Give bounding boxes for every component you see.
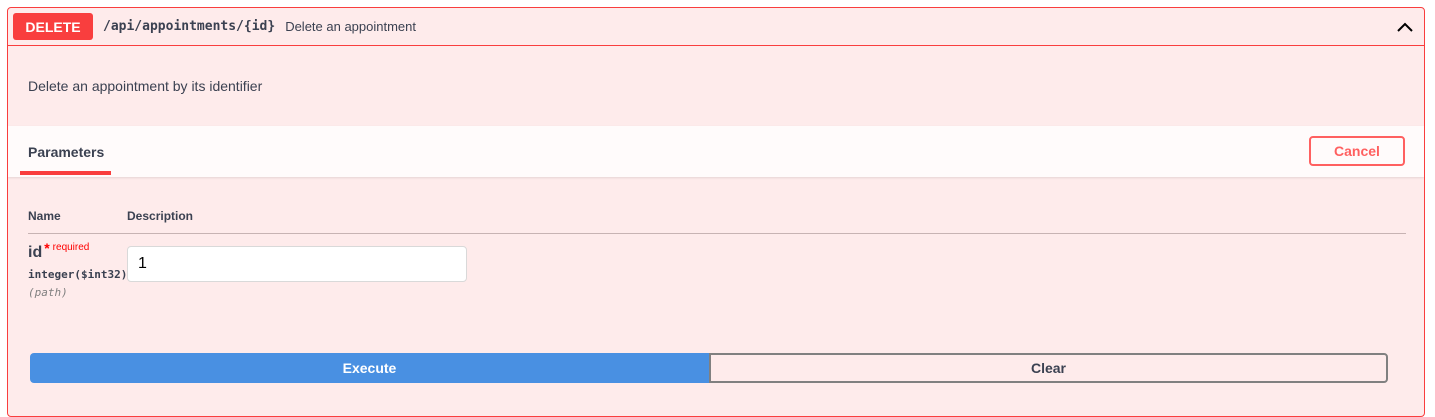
required-star: * (44, 240, 50, 256)
param-name: id * required (28, 240, 90, 262)
execute-wrapper: Execute Clear (30, 353, 1389, 384)
param-location: (path) (28, 286, 68, 299)
parameters-table: Name Description id * required integer($in… (8, 177, 1424, 357)
param-type: integer($int32) (28, 268, 128, 281)
tab-parameters[interactable]: Parameters (28, 144, 104, 160)
param-name-text: id (28, 244, 43, 261)
table-divider (28, 233, 1406, 234)
clear-button[interactable]: Clear (709, 353, 1388, 383)
operation-description: Delete an appointment by its identifier (28, 78, 263, 94)
operation-summary-text: Delete an appointment (285, 19, 416, 34)
column-header-name: Name (28, 209, 61, 223)
tab-active-indicator (20, 171, 111, 175)
method-badge: DELETE (13, 13, 93, 40)
required-label: required (52, 242, 90, 253)
collapse-button[interactable] (1394, 16, 1416, 38)
operation-summary[interactable]: DELETE /api/appointments/{id} Delete an … (8, 8, 1424, 46)
column-header-description: Description (127, 209, 194, 223)
parameters-header: Parameters Cancel (8, 126, 1424, 177)
cancel-button[interactable]: Cancel (1309, 136, 1405, 166)
param-id-input[interactable] (127, 246, 467, 282)
execute-button[interactable]: Execute (30, 353, 709, 383)
operation-path: /api/appointments/{id} (103, 19, 276, 34)
chevron-up-icon (1397, 22, 1413, 32)
